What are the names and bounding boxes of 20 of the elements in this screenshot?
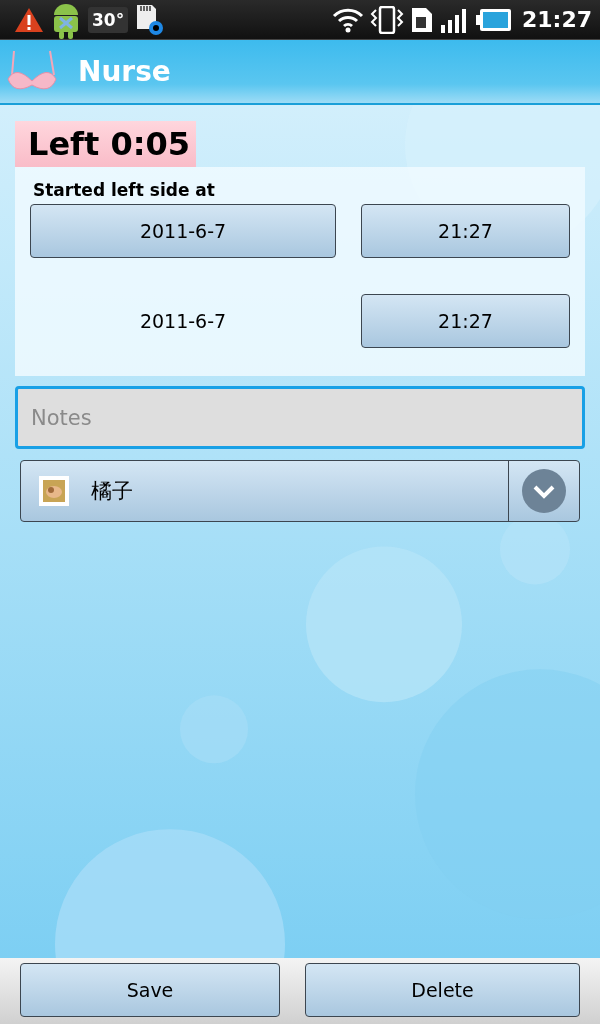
delete-button[interactable]: Delete: [305, 963, 580, 1017]
notes-field[interactable]: Notes: [15, 386, 585, 449]
dropdown-icon: [522, 469, 566, 513]
timer-label: Left 0:05: [15, 121, 197, 167]
battery-icon: [475, 6, 512, 33]
end-date: 2011-6-7: [138, 310, 228, 332]
baby-spinner[interactable]: 橘子: [20, 460, 580, 522]
caption: Started left side at: [33, 180, 216, 200]
temperature-badge: 30°: [88, 6, 129, 33]
sd-card-settings-icon: [134, 2, 165, 37]
start-time-button[interactable]: 21:27: [361, 204, 570, 258]
save-button[interactable]: Save: [20, 963, 280, 1017]
wifi-icon: [331, 6, 364, 33]
clock: 21:27: [521, 7, 592, 32]
warning-icon: [14, 6, 44, 33]
vibrate-icon: [369, 5, 404, 34]
end-time-button[interactable]: 21:27: [361, 294, 570, 348]
app-title: Nurse: [78, 55, 171, 88]
start-date-button[interactable]: 2011-6-7: [30, 204, 336, 258]
sim-card-icon: [409, 5, 434, 34]
